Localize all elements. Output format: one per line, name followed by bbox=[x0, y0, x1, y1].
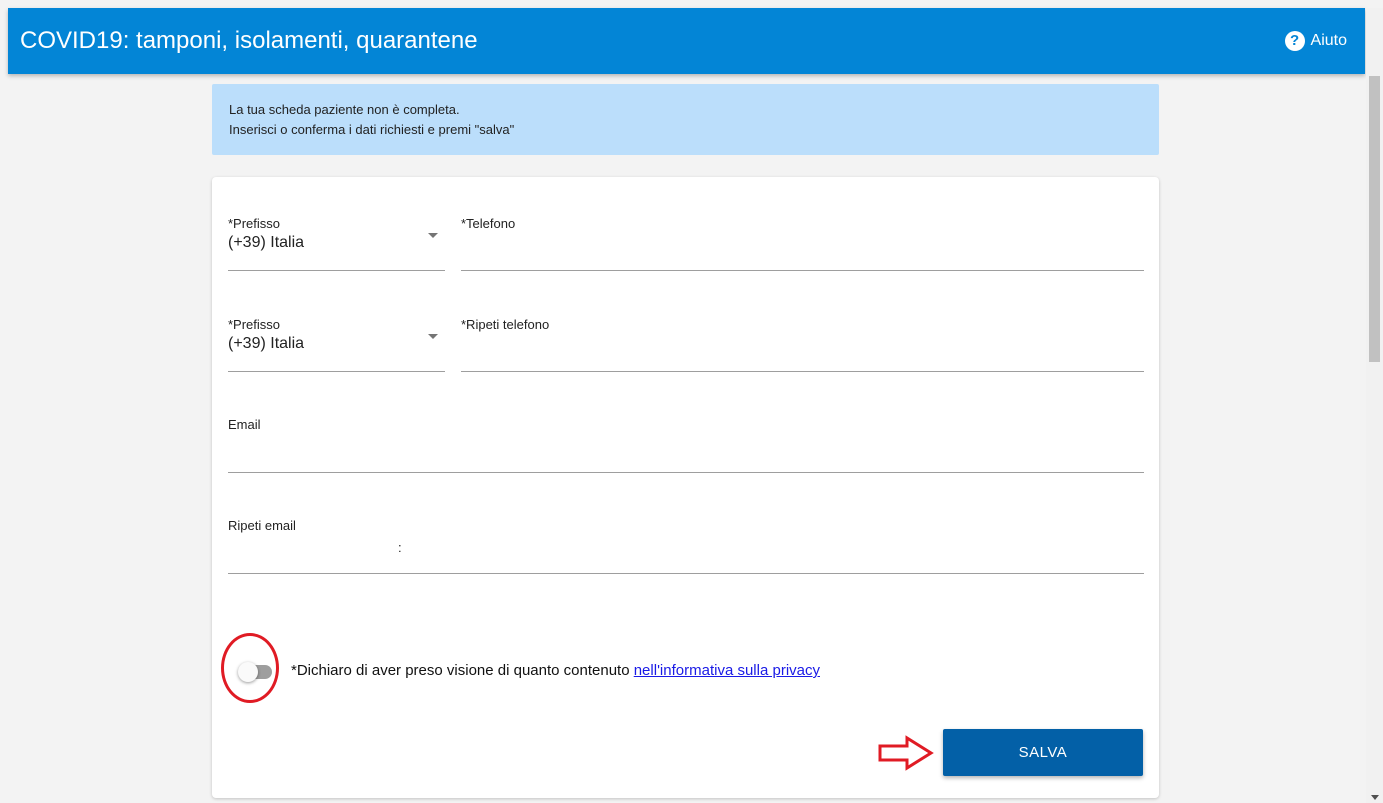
email-label: Email bbox=[228, 417, 261, 432]
prefix-value-2: (+39) Italia bbox=[228, 335, 305, 352]
email-repeat-input[interactable]: Ripeti email : bbox=[228, 514, 1144, 574]
annotation-red-arrow-icon bbox=[878, 735, 934, 771]
phone-repeat-label: *Ripeti telefono bbox=[461, 317, 550, 332]
help-label: Aiuto bbox=[1310, 32, 1347, 49]
prefix-select-1[interactable]: *Prefisso (+39) Italia bbox=[228, 212, 445, 271]
scroll-down-arrow-icon[interactable] bbox=[1371, 795, 1379, 800]
help-button[interactable]: ? Aiuto bbox=[1284, 28, 1347, 54]
alert-line-2: Inserisci o conferma i dati richiesti e … bbox=[229, 122, 515, 137]
scrollbar-thumb[interactable] bbox=[1369, 76, 1380, 362]
prefix-label-2: *Prefisso bbox=[228, 317, 281, 332]
vertical-scrollbar[interactable] bbox=[1366, 8, 1383, 803]
incomplete-profile-alert: La tua scheda paziente non è completa. I… bbox=[212, 84, 1159, 155]
annotation-red-circle bbox=[221, 633, 279, 703]
email-repeat-value: : bbox=[398, 540, 402, 555]
help-icon: ? bbox=[1284, 31, 1305, 51]
email-input[interactable]: Email bbox=[228, 413, 1144, 473]
page-title: COVID19: tamponi, isolamenti, quarantene bbox=[20, 27, 478, 54]
prefix-value-1: (+39) Italia bbox=[228, 234, 305, 251]
app-bar: COVID19: tamponi, isolamenti, quarantene… bbox=[8, 8, 1365, 74]
privacy-consent-text: *Dichiaro di aver preso visione di quant… bbox=[291, 662, 634, 679]
phone-label: *Telefono bbox=[461, 216, 516, 231]
phone-repeat-input[interactable]: *Ripeti telefono bbox=[461, 313, 1144, 372]
dropdown-arrow-icon bbox=[428, 334, 438, 339]
email-repeat-label: Ripeti email bbox=[228, 518, 296, 533]
prefix-label-1: *Prefisso bbox=[228, 216, 281, 231]
alert-line-1: La tua scheda paziente non è completa. bbox=[229, 102, 460, 117]
prefix-select-2[interactable]: *Prefisso (+39) Italia bbox=[228, 313, 445, 372]
phone-input[interactable]: *Telefono bbox=[461, 212, 1144, 271]
dropdown-arrow-icon bbox=[428, 233, 438, 238]
save-button[interactable]: SALVA bbox=[943, 729, 1143, 776]
privacy-policy-link[interactable]: nell'informativa sulla privacy bbox=[634, 662, 820, 679]
privacy-consent-label: *Dichiaro di aver preso visione di quant… bbox=[291, 662, 820, 679]
